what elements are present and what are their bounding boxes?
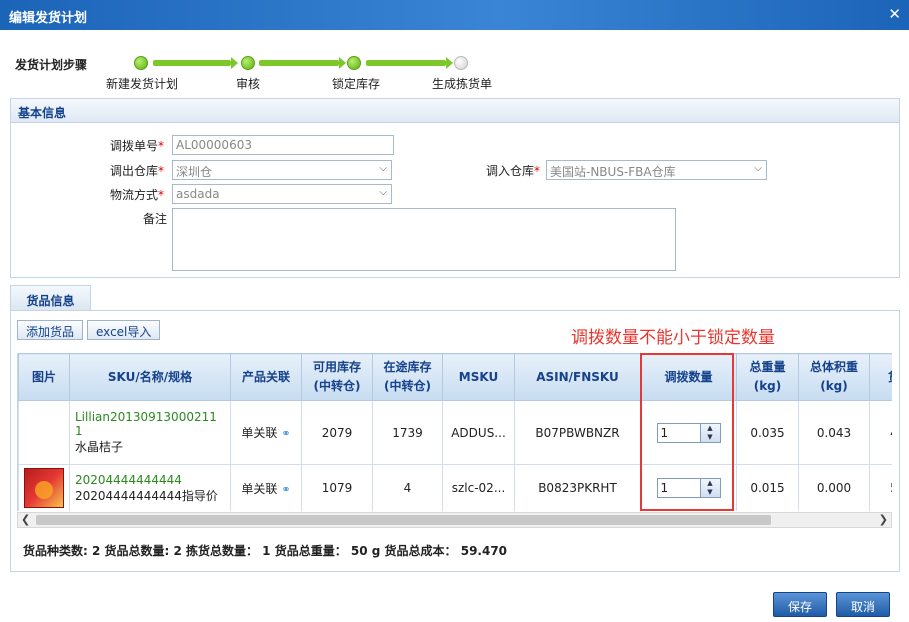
available-cell: 1079 (301, 464, 373, 511)
more-cell: 4 (869, 400, 892, 465)
chevron-down-icon: ⌵ (379, 163, 387, 174)
step-done-icon (134, 56, 148, 70)
relation-cell: 单关联 ⚭ (230, 464, 302, 511)
quantity-stepper[interactable]: 1 ▲ ▼ (656, 422, 721, 443)
transit-cell: 4 (372, 464, 443, 511)
step-done-icon (241, 56, 255, 70)
sku-link[interactable]: Lillian20130913000211 (75, 410, 217, 424)
spin-up-icon[interactable]: ▲ (701, 424, 720, 433)
basic-info-header: 基本信息 (11, 99, 899, 123)
msku-cell: szlc-02... (442, 464, 515, 511)
step-connector (366, 60, 446, 66)
step-label-picking: 生成拣货单 (432, 77, 493, 91)
out-warehouse-label: 调出仓库* (110, 164, 165, 178)
step-done-icon (347, 56, 361, 70)
grid-header-row: 图片 SKU/名称/规格 产品关联 可用库存 (中转仓) 在途库存 (中转仓) MS… (18, 353, 892, 401)
col-asin: ASIN/FNSKU (514, 353, 641, 401)
scroll-left-icon[interactable]: ❮ (21, 513, 30, 526)
product-name: 水晶桔子 (75, 440, 124, 454)
col-more: 货 (869, 353, 892, 401)
chevron-down-icon: ⌵ (379, 187, 387, 198)
sku-cell: 20204444444444 20204444444444指导价 (69, 464, 231, 511)
step-arrow-icon (231, 57, 238, 69)
spin-down-icon[interactable]: ▼ (701, 488, 720, 497)
step-connector (259, 60, 339, 66)
transfer-no-label: 调拨单号* (110, 139, 165, 153)
asin-cell: B07PBWBNZR (514, 400, 641, 465)
remark-label: 备注 (143, 212, 168, 226)
col-total-weight: 总重量 (kg) (736, 353, 799, 401)
step-connector (153, 60, 231, 66)
product-name: 20204444444444指导价 (75, 488, 218, 503)
logistics-select[interactable]: asdada ⌵ (172, 184, 392, 204)
relation-cell: 单关联 ⚭ (230, 400, 302, 465)
col-relation: 产品关联 (230, 353, 302, 401)
weight-cell: 0.015 (736, 464, 799, 511)
transit-cell: 1739 (372, 400, 443, 465)
qty-cell: 1 ▲ ▼ (640, 400, 737, 465)
step-arrow-icon (339, 57, 346, 69)
col-transfer-qty: 调拨数量 (640, 353, 737, 401)
weight-cell: 0.035 (736, 400, 799, 465)
more-cell: 5 (869, 464, 892, 511)
window-titlebar: 编辑发货计划 ✕ (0, 0, 909, 30)
close-icon[interactable]: ✕ (888, 5, 901, 23)
link-icon[interactable]: ⚭ (281, 483, 290, 496)
qty-warning-note: 调拨数量不能小于锁定数量 (571, 328, 775, 348)
image-cell (18, 464, 70, 511)
logistics-label: 物流方式* (110, 188, 165, 202)
product-thumbnail[interactable] (24, 468, 64, 508)
col-total-volume: 总体积重 (kg) (798, 353, 870, 401)
remark-textarea[interactable] (172, 208, 676, 271)
sku-link[interactable]: 20204444444444 (75, 473, 182, 487)
step-arrow-icon (446, 57, 453, 69)
sku-link-cont[interactable]: 1 (75, 424, 83, 438)
volume-cell: 0.000 (798, 464, 870, 511)
col-sku: SKU/名称/规格 (69, 353, 231, 401)
spin-down-icon[interactable]: ▼ (701, 433, 720, 442)
steps-label: 发货计划步骤 (15, 58, 88, 72)
sku-cell: Lillian20130913000211 1 水晶桔子 (69, 400, 231, 465)
step-label-review: 审核 (236, 77, 261, 91)
scroll-right-icon[interactable]: ❯ (879, 513, 888, 526)
add-goods-button[interactable]: 添加货品 (17, 320, 84, 340)
scrollbar-thumb[interactable] (36, 515, 771, 525)
col-msku: MSKU (442, 353, 515, 401)
col-transit-stock: 在途库存 (中转仓) (372, 353, 443, 401)
asin-cell: B0823PKRHT (514, 464, 641, 511)
excel-import-button[interactable]: excel导入 (87, 320, 161, 340)
col-available-stock: 可用库存 (中转仓) (301, 353, 373, 401)
step-label-lock: 锁定库存 (332, 77, 381, 91)
image-cell (18, 400, 70, 465)
volume-cell: 0.043 (798, 400, 870, 465)
spin-up-icon[interactable]: ▲ (701, 479, 720, 488)
cancel-button[interactable]: 取消 (836, 592, 890, 617)
step-pending-icon (454, 56, 468, 70)
quantity-stepper[interactable]: 1 ▲ ▼ (656, 478, 721, 498)
transfer-no-field[interactable]: AL00000603 (172, 135, 394, 155)
chevron-down-icon: ⌵ (754, 163, 762, 174)
out-warehouse-select[interactable]: 深圳仓 ⌵ (172, 160, 392, 180)
goods-grid: 图片 SKU/名称/规格 产品关联 可用库存 (中转仓) 在途库存 (中转仓) MS… (17, 353, 892, 511)
window-title: 编辑发货计划 (9, 11, 88, 26)
table-row: Lillian20130913000211 1 水晶桔子 单关联 ⚭ 2079 1… (18, 400, 892, 465)
msku-cell: ADDUS... (442, 400, 515, 465)
tab-goods-info[interactable]: 货品信息 (10, 285, 91, 311)
available-cell: 2079 (301, 400, 373, 465)
horizontal-scrollbar[interactable]: ❮ ❯ (17, 512, 892, 528)
step-label-create: 新建发货计划 (106, 77, 179, 91)
goods-summary: 货品种类数: 2 货品总数量: 2 拣货总数量： 1 货品总重量： 50 g 货… (23, 544, 508, 558)
table-row: 20204444444444 20204444444444指导价 单关联 ⚭ 10… (18, 464, 892, 511)
save-button[interactable]: 保存 (773, 592, 827, 617)
in-warehouse-select[interactable]: 美国站-NBUS-FBA仓库 ⌵ (546, 160, 767, 180)
col-image: 图片 (18, 353, 70, 401)
qty-cell: 1 ▲ ▼ (640, 464, 737, 511)
link-icon[interactable]: ⚭ (281, 427, 290, 440)
in-warehouse-label: 调入仓库* (486, 164, 541, 178)
